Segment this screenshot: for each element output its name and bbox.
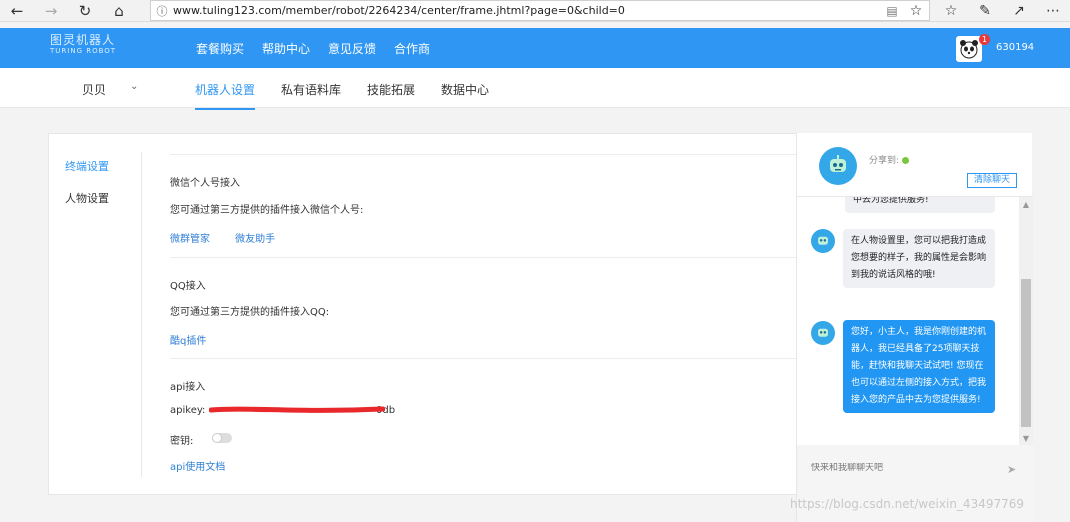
pen-icon[interactable]: ✎ <box>968 0 1002 22</box>
more-icon[interactable]: ⋯ <box>1036 0 1070 22</box>
notification-badge[interactable]: 1 <box>979 34 990 45</box>
favorites-list-icon[interactable]: ☆ <box>934 0 968 22</box>
chat-message: 中去为您提供服务! <box>845 197 995 213</box>
robot-icon <box>818 328 828 337</box>
panda-icon <box>960 40 978 59</box>
user-id[interactable]: 630194 <box>996 42 1034 53</box>
scroll-up-icon[interactable]: ▲ <box>1019 200 1033 209</box>
chat-panel: 分享到: 清除聊天 中去为您提供服务! 在人物设置里，您可以把我打造成您想要的样… <box>796 133 1033 522</box>
link-kuq-plugin[interactable]: 酷q插件 <box>170 336 206 347</box>
toggle-knob <box>212 433 222 443</box>
nav-feedback[interactable]: 意见反馈 <box>328 40 376 57</box>
back-icon[interactable]: ← <box>0 0 34 22</box>
browser-right-tools: ☆ ✎ ↗ ⋯ <box>934 0 1070 22</box>
reading-view-icon[interactable]: ▤ <box>881 4 903 18</box>
clear-chat-button[interactable]: 清除聊天 <box>967 173 1017 188</box>
nav-partners[interactable]: 合作商 <box>394 40 430 57</box>
secret-toggle[interactable] <box>212 433 232 443</box>
robot-icon <box>830 155 846 172</box>
chat-messages: 中去为您提供服务! 在人物设置里，您可以把我打造成您想要的样子，我的属性是会影响… <box>797 197 1019 445</box>
wechat-share-icon[interactable] <box>902 157 910 164</box>
divider <box>141 152 142 477</box>
menu-persona-settings[interactable]: 人物设置 <box>65 190 109 206</box>
address-bar[interactable]: ⓘ www.tuling123.com/member/robot/2264234… <box>150 0 930 21</box>
qq-desc: 您可通过第三方提供的插件接入QQ: <box>170 307 330 318</box>
chevron-down-icon[interactable]: ⌄ <box>130 81 138 92</box>
api-section: api接入 apikey: 0db 密钥: api使用文档 <box>170 358 797 478</box>
qq-links: 酷q插件 <box>170 329 226 348</box>
tab-private-corpus[interactable]: 私有语料库 <box>281 81 341 110</box>
qq-section: QQ接入 您可通过第三方提供的插件接入QQ: 酷q插件 <box>170 257 797 358</box>
logo-en: TURING ROBOT <box>50 47 117 55</box>
api-title: api接入 <box>170 382 206 393</box>
tab-list: 机器人设置 私有语料库 技能拓展 数据中心 <box>195 81 515 110</box>
share-to: 分享到: <box>869 153 910 166</box>
chat-message: 在人物设置里，您可以把我打造成您想要的样子，我的属性是会影响到我的说话风格的哦! <box>843 229 995 288</box>
menu-terminal-settings[interactable]: 终端设置 <box>65 158 109 174</box>
url-text[interactable]: www.tuling123.com/member/robot/2264234/c… <box>173 4 881 17</box>
link-weiyou-zhushou[interactable]: 微友助手 <box>235 234 275 245</box>
message-robot-avatar <box>811 321 835 345</box>
logo-cn: 图灵机器人 <box>50 33 116 47</box>
wechat-desc: 您可通过第三方提供的插件接入微信个人号: <box>170 205 364 216</box>
site-info-icon[interactable]: ⓘ <box>151 3 173 19</box>
chat-header: 分享到: 清除聊天 <box>797 133 1033 197</box>
left-menu: 终端设置 人物设置 <box>65 158 109 222</box>
apikey-redaction <box>209 406 385 413</box>
sub-nav: 贝贝 ⌄ 机器人设置 私有语料库 技能拓展 数据中心 <box>0 68 1070 110</box>
home-icon[interactable]: ⌂ <box>102 0 136 22</box>
apikey-label: apikey: <box>170 405 206 416</box>
nav-pricing[interactable]: 套餐购买 <box>196 40 244 57</box>
scroll-down-icon[interactable]: ▼ <box>1019 434 1033 443</box>
chat-input[interactable] <box>811 463 1001 473</box>
link-weiqun-guanjia[interactable]: 微群管家 <box>170 234 210 245</box>
robot-avatar <box>819 147 857 185</box>
send-icon[interactable]: ➤ <box>1007 463 1016 476</box>
refresh-icon[interactable]: ↻ <box>68 0 102 22</box>
share-icon[interactable]: ↗ <box>1002 0 1036 22</box>
chat-scrollbar[interactable]: ▲ ▼ <box>1019 197 1033 445</box>
forward-icon[interactable]: → <box>34 0 68 22</box>
api-doc-link[interactable]: api使用文档 <box>170 458 225 473</box>
site-header: 图灵机器人 TURING ROBOT 套餐购买 帮助中心 意见反馈 合作商 1 … <box>0 28 1070 68</box>
tab-data-center[interactable]: 数据中心 <box>441 81 489 110</box>
qq-title: QQ接入 <box>170 281 206 292</box>
robot-icon <box>818 236 828 245</box>
chat-message: 您好，小主人，我是你刚创建的机器人，我已经具备了25项聊天技能，赶快和我聊天试试… <box>843 320 995 413</box>
scroll-thumb[interactable] <box>1021 279 1031 427</box>
tab-skills[interactable]: 技能拓展 <box>367 81 415 110</box>
secret-label: 密钥: <box>170 436 194 447</box>
wechat-links: 微群管家 微友助手 <box>170 227 295 246</box>
share-label: 分享到: <box>869 156 900 166</box>
favorite-star-icon[interactable]: ☆ <box>903 3 929 19</box>
robot-selector[interactable]: 贝贝 <box>82 81 106 98</box>
logo[interactable]: 图灵机器人 TURING ROBOT <box>50 33 117 57</box>
tab-robot-settings[interactable]: 机器人设置 <box>195 81 256 110</box>
message-robot-avatar <box>811 229 835 253</box>
wechat-title: 微信个人号接入 <box>170 178 240 189</box>
top-nav: 套餐购买 帮助中心 意见反馈 合作商 <box>196 40 448 57</box>
wechat-section: 微信个人号接入 您可通过第三方提供的插件接入微信个人号: 微群管家 微友助手 <box>170 154 797 257</box>
watermark: https://blog.csdn.net/weixin_43497769 <box>790 497 1025 511</box>
nav-help[interactable]: 帮助中心 <box>262 40 310 57</box>
